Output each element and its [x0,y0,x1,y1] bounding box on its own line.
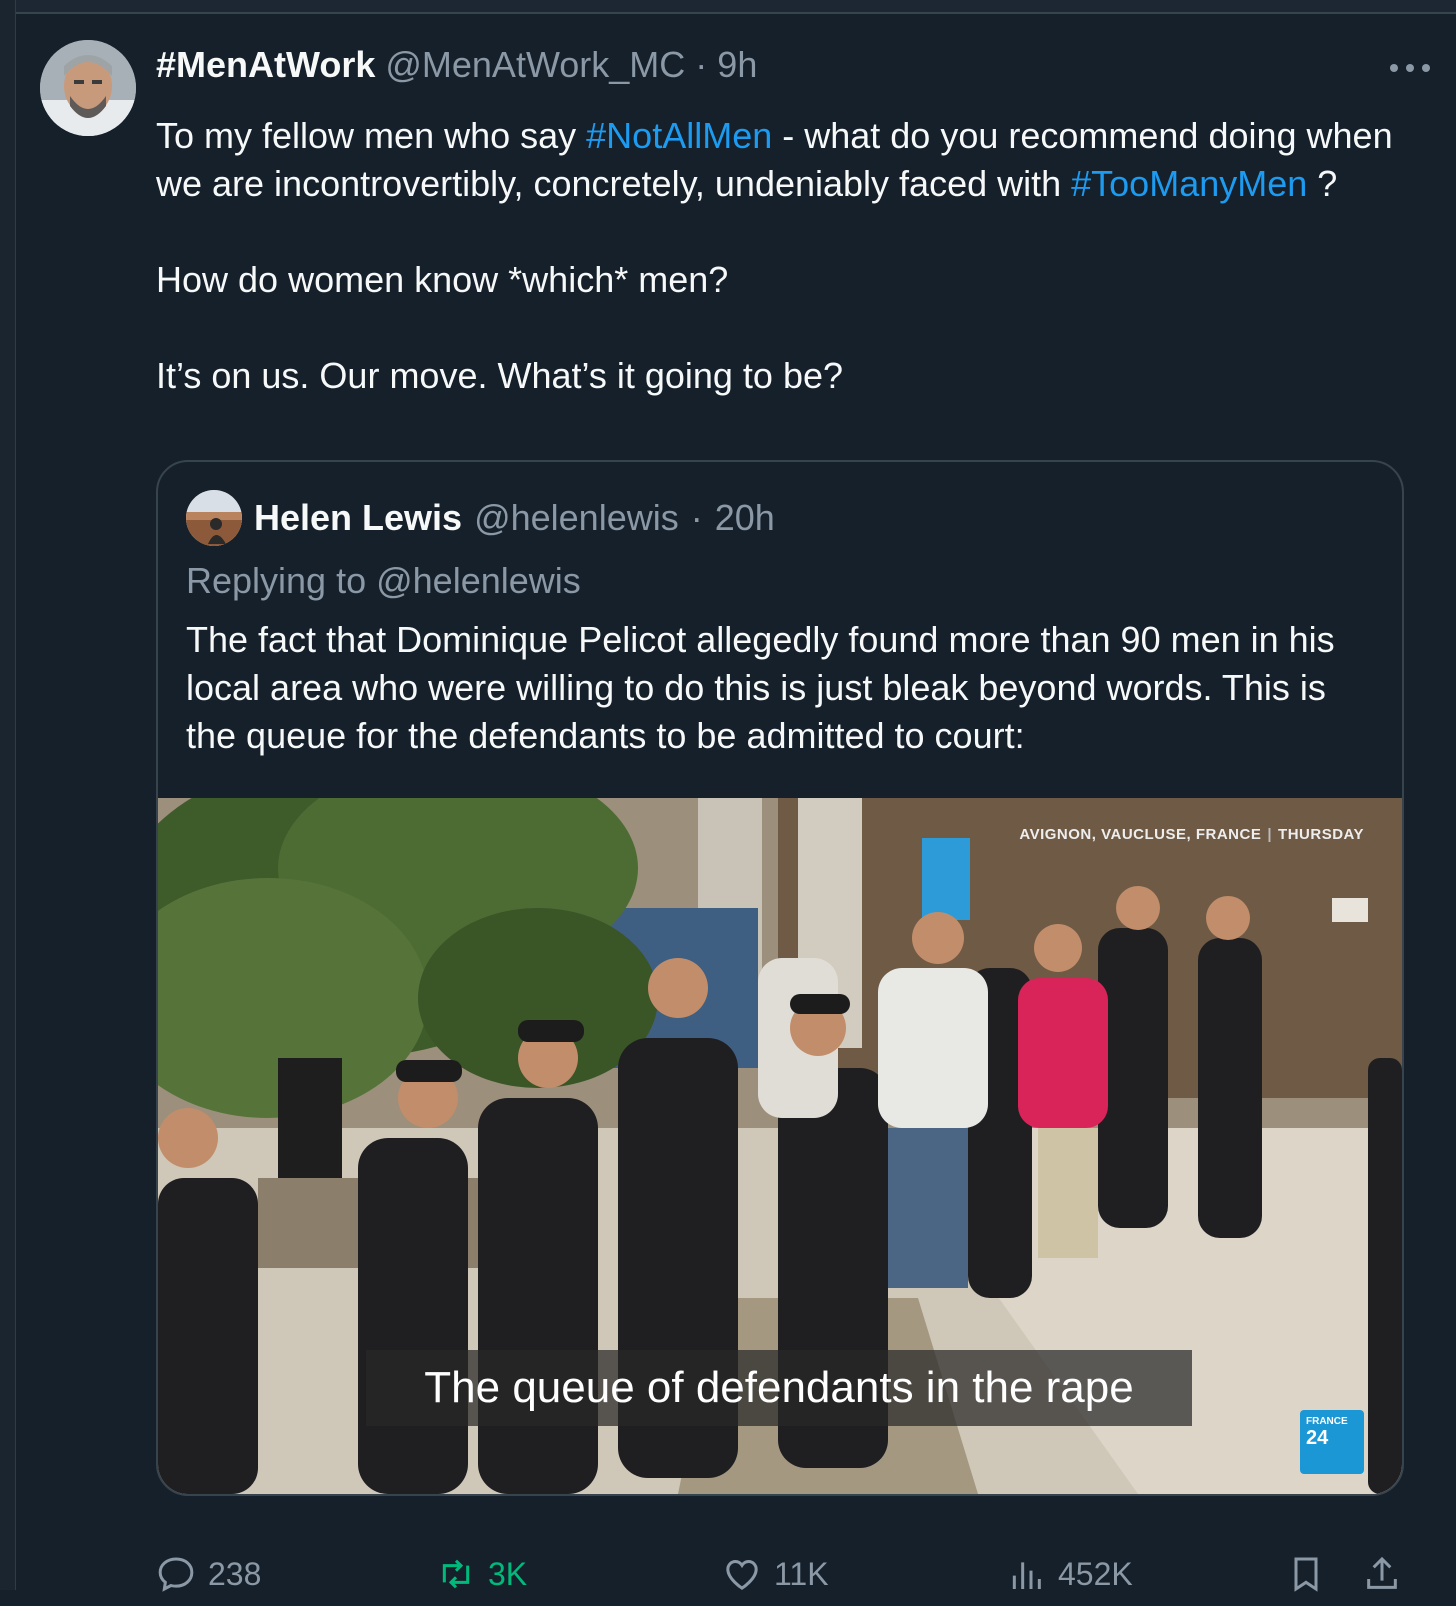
reply-icon [158,1557,194,1592]
reply-count: 238 [208,1555,262,1592]
reply-button[interactable]: 238 [156,1554,261,1594]
more-icon[interactable] [1390,60,1430,76]
tweet-actions: 238 3K 11K 452K [156,1554,1416,1606]
like-icon [726,1559,758,1590]
bookmark-button[interactable] [1286,1554,1326,1594]
logo-line-1: FRANCE [1306,1416,1348,1427]
separator-dot: · [690,497,703,538]
tweet-paragraph-1: To my fellow men who say #NotAllMen - wh… [156,112,1396,208]
quoted-tweet[interactable]: Helen Lewis @helenlewis · 20h Replying t… [156,460,1404,1496]
tweet[interactable]: #MenAtWork @MenAtWork_MC · 9h To my fell… [16,16,1456,1592]
quoted-avatar[interactable] [186,490,242,546]
views-button[interactable]: 452K [1006,1554,1133,1594]
france24-logo: FRANCE 24 [1300,1410,1364,1474]
quoted-tweet-text: The fact that Dominique Pelicot allegedl… [186,619,1335,756]
like-count: 11K [774,1555,829,1592]
video-caption: The queue of defendants in the rape [366,1350,1192,1426]
dateline-place: AVIGNON, VAUCLUSE, FRANCE [1019,826,1262,843]
hashtag-toomanymen[interactable]: #TooManyMen [1071,163,1307,204]
text-segment: ? [1307,163,1338,204]
retweet-button[interactable]: 3K [436,1554,527,1594]
quoted-tweet-time[interactable]: 20h [715,497,775,539]
hashtag-notallmen[interactable]: #NotAllMen [586,115,772,156]
tweet-header: #MenAtWork @MenAtWork_MC · 9h [156,44,757,86]
quoted-author-handle[interactable]: @helenlewis [474,497,679,539]
tweet-paragraph-3: It’s on us. Our move. What’s it going to… [156,355,844,396]
window-top-edge [0,0,1456,14]
like-button[interactable]: 11K [722,1554,829,1594]
video-dateline: AVIGNON, VAUCLUSE, FRANCE | THURSDAY [1019,826,1364,843]
share-icon [1367,1556,1397,1589]
share-button[interactable] [1362,1554,1402,1594]
tweet-body: To my fellow men who say #NotAllMen - wh… [156,112,1396,400]
tweet-paragraph-2: How do women know *which* men? [156,259,729,300]
logo-line-2: 24 [1306,1427,1329,1449]
replying-to[interactable]: Replying to @helenlewis [186,560,581,602]
avatar[interactable] [40,40,136,136]
quoted-tweet-header: Helen Lewis @helenlewis · 20h [186,490,775,546]
separator-dot: · [695,44,708,85]
dateline-day: THURSDAY [1278,826,1364,843]
quoted-author-name[interactable]: Helen Lewis [254,497,462,539]
tweet-time[interactable]: 9h [717,44,757,86]
retweet-count: 3K [488,1555,528,1592]
text-segment: To my fellow men who say [156,115,587,156]
views-icon [1012,1562,1041,1589]
author-name[interactable]: #MenAtWork [156,44,375,86]
bookmark-icon [1294,1557,1318,1592]
author-handle[interactable]: @MenAtWork_MC [385,44,685,86]
views-count: 452K [1058,1555,1133,1592]
retweet-icon [442,1559,470,1589]
window-left-edge [0,0,16,1590]
quoted-video[interactable]: AVIGNON, VAUCLUSE, FRANCE | THURSDAY The q… [158,798,1402,1494]
